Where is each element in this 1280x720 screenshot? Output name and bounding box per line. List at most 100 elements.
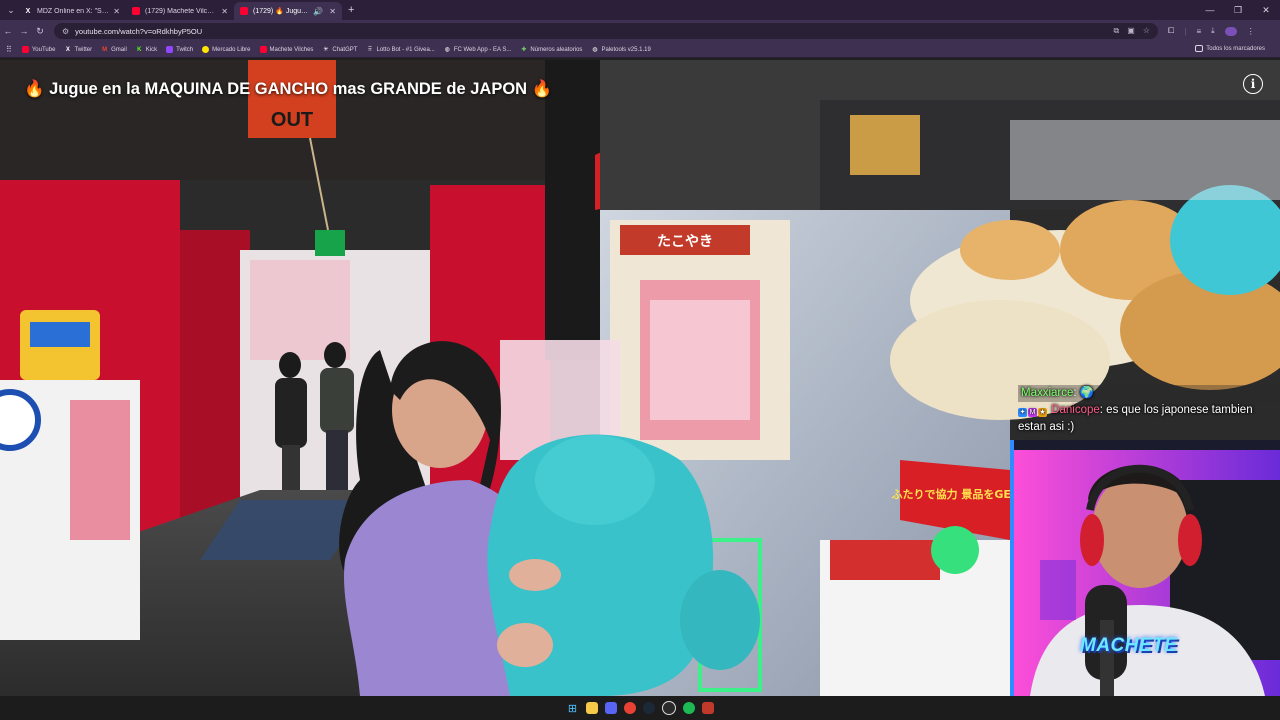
bookmark-kick[interactable]: K Kick bbox=[136, 46, 157, 53]
all-bookmarks[interactable]: Todos los marcadores bbox=[1195, 45, 1265, 52]
spotify-icon[interactable] bbox=[682, 702, 695, 714]
toolbar: ← → ↻ ⚙ ⧉ ▣ ☆ ⧠ | ≡ ⤓ ⋮ bbox=[0, 20, 1280, 42]
chat-message: Maxxiarce: 🌍 bbox=[1018, 385, 1280, 402]
tab-strip: ⌄ X MDZ Online en X: "Santiago de ✕ (172… bbox=[0, 0, 1280, 20]
tab-label: MDZ Online en X: "Santiago de bbox=[37, 7, 110, 15]
tab-close-icon[interactable]: ✕ bbox=[113, 7, 120, 16]
downloads-icon[interactable]: ⤓ bbox=[1211, 26, 1215, 36]
youtube-icon bbox=[132, 7, 140, 15]
app-icon[interactable] bbox=[701, 702, 714, 714]
close-window-icon[interactable]: ✕ bbox=[1252, 0, 1280, 20]
bookmark-paletools[interactable]: ◍ Paletools v25.1.19 bbox=[591, 46, 651, 54]
bookmark-label: Todos los marcadores bbox=[1206, 45, 1265, 52]
prize-sign-text: ふたりで協力 景品をGET bbox=[892, 487, 1019, 501]
folder-icon bbox=[1195, 45, 1204, 52]
window-controls: — ❐ ✕ bbox=[1196, 0, 1280, 20]
chat-overlay: Maxxiarce: 🌍 ✦ M ★ Danicope: es que los ja… bbox=[1018, 385, 1280, 436]
menu-icon[interactable]: ⋮ bbox=[1247, 27, 1255, 36]
bookmark-mercadolibre[interactable]: Mercado Libre bbox=[202, 46, 251, 53]
bookmark-label: Números aleatorios bbox=[530, 46, 583, 53]
tab-close-icon[interactable]: ✕ bbox=[221, 7, 228, 16]
youtube-icon bbox=[240, 7, 248, 15]
extensions-icon[interactable]: ⧠ bbox=[1168, 26, 1174, 36]
divider: | bbox=[1184, 26, 1187, 36]
hanging-sign-text: OUT bbox=[271, 109, 313, 131]
taskbar: ⊞ bbox=[0, 696, 1280, 720]
badge-icon: ✦ bbox=[1018, 408, 1027, 417]
bookmark-label: Kick bbox=[145, 46, 158, 53]
steam-icon[interactable] bbox=[642, 702, 655, 714]
obs-icon[interactable] bbox=[661, 701, 676, 715]
bookmark-label: YouTube bbox=[31, 46, 56, 53]
tab-search-icon[interactable]: ⌄ bbox=[4, 3, 18, 17]
youtube-icon bbox=[21, 46, 29, 53]
bookmark-gmail[interactable]: M Gmail bbox=[101, 46, 127, 53]
puzzle-icon: ✚ bbox=[521, 47, 527, 53]
address-bar[interactable]: ⚙ ⧉ ▣ ☆ bbox=[54, 23, 1158, 39]
windows-start-icon[interactable]: ⊞ bbox=[567, 702, 579, 715]
site-info-icon[interactable]: ⚙ bbox=[62, 27, 69, 36]
reload-icon[interactable]: ↻ bbox=[32, 26, 48, 37]
badge-icon: M bbox=[1028, 408, 1037, 417]
tab-close-icon[interactable]: ✕ bbox=[329, 7, 336, 16]
badge-icon: ★ bbox=[1038, 408, 1047, 417]
chat-username: Maxxiarce bbox=[1021, 387, 1074, 399]
discord-icon[interactable] bbox=[604, 702, 617, 714]
chat-text: : 🌍 bbox=[1073, 387, 1095, 399]
screenshot-icon[interactable]: ▣ bbox=[1127, 26, 1135, 36]
tab-video[interactable]: (1729) 🔥 Jugue en la MAQU 🔊 ✕ bbox=[234, 2, 342, 20]
tab-machete[interactable]: (1729) Machete Vilches - YouTu ✕ bbox=[126, 2, 234, 20]
chrome-icon[interactable] bbox=[623, 702, 636, 714]
forward-icon[interactable]: → bbox=[16, 26, 32, 36]
gmail-icon: M bbox=[102, 46, 108, 53]
bookmark-label: Lotto Bot - #1 Givea... bbox=[376, 46, 435, 53]
video-player[interactable]: OUT WL たこやき bbox=[0, 60, 1280, 696]
bookmark-twitch[interactable]: Twitch bbox=[166, 46, 193, 53]
new-tab-button[interactable]: + bbox=[348, 4, 354, 16]
x-logo-icon: X bbox=[65, 46, 70, 53]
cast-icon[interactable]: ⧉ bbox=[1114, 26, 1120, 36]
bookmark-twitter[interactable]: X Twitter bbox=[64, 46, 92, 53]
url-input[interactable] bbox=[75, 26, 1114, 36]
back-icon[interactable]: ← bbox=[0, 26, 16, 36]
speaker-icon[interactable]: 🔊 bbox=[313, 7, 323, 16]
chatgpt-icon: ✳ bbox=[323, 47, 329, 53]
grid-icon: ⠿ bbox=[367, 47, 373, 53]
bookmark-label: Paletools v25.1.19 bbox=[601, 46, 651, 53]
tab-label: (1729) 🔥 Jugue en la MAQU bbox=[253, 8, 309, 15]
minimize-icon[interactable]: — bbox=[1196, 0, 1224, 20]
bookmark-label: Machete Vilches bbox=[269, 46, 314, 53]
booth-sign-text: たこやき bbox=[657, 234, 713, 250]
bookmark-lottobot[interactable]: ⠿ Lotto Bot - #1 Givea... bbox=[366, 46, 435, 54]
x-logo-icon: X bbox=[25, 7, 31, 15]
mercadolibre-icon bbox=[202, 46, 210, 53]
bookmark-label: Twitch bbox=[176, 46, 194, 53]
file-explorer-icon[interactable] bbox=[585, 702, 598, 714]
tab-label: (1729) Machete Vilches - YouTu bbox=[145, 7, 218, 15]
bookmark-label: ChatGPT bbox=[332, 46, 358, 53]
chat-message: ✦ M ★ Danicope: es que los japonese tambie… bbox=[1018, 402, 1280, 436]
webcam-frame bbox=[1010, 440, 1280, 696]
streamer-name: MACHETE bbox=[1080, 635, 1178, 656]
maximize-icon[interactable]: ❐ bbox=[1224, 0, 1252, 20]
bookmarks-bar: ⠿ YouTube X Twitter M Gmail K Kick Twitch M… bbox=[0, 42, 1280, 58]
bookmark-chatgpt[interactable]: ✳ ChatGPT bbox=[322, 46, 358, 54]
twitch-icon bbox=[166, 46, 174, 53]
bookmark-label: FC Web App - EA S... bbox=[453, 46, 512, 53]
info-icon[interactable]: i bbox=[1243, 74, 1263, 94]
bookmark-machete[interactable]: Machete Vilches bbox=[259, 46, 314, 53]
apps-grid-icon[interactable]: ⠿ bbox=[6, 45, 12, 54]
bookmark-youtube[interactable]: YouTube bbox=[21, 46, 56, 53]
tab-mdz[interactable]: X MDZ Online en X: "Santiago de ✕ bbox=[18, 2, 126, 20]
youtube-icon bbox=[259, 46, 267, 53]
bookmark-fcwebapp[interactable]: ◍ FC Web App - EA S... bbox=[444, 46, 512, 54]
globe-icon: ◍ bbox=[592, 47, 598, 53]
profile-avatar[interactable] bbox=[1224, 26, 1237, 36]
bookmark-star-icon[interactable]: ☆ bbox=[1143, 26, 1150, 36]
bookmark-label: Gmail bbox=[111, 46, 127, 53]
globe-icon: ◍ bbox=[444, 47, 450, 53]
bookmark-label: Mercado Libre bbox=[212, 46, 251, 53]
media-icon[interactable]: ≡ bbox=[1196, 27, 1201, 36]
bookmark-numeros[interactable]: ✚ Números aleatorios bbox=[520, 46, 583, 54]
bookmark-label: Twitter bbox=[74, 46, 93, 53]
